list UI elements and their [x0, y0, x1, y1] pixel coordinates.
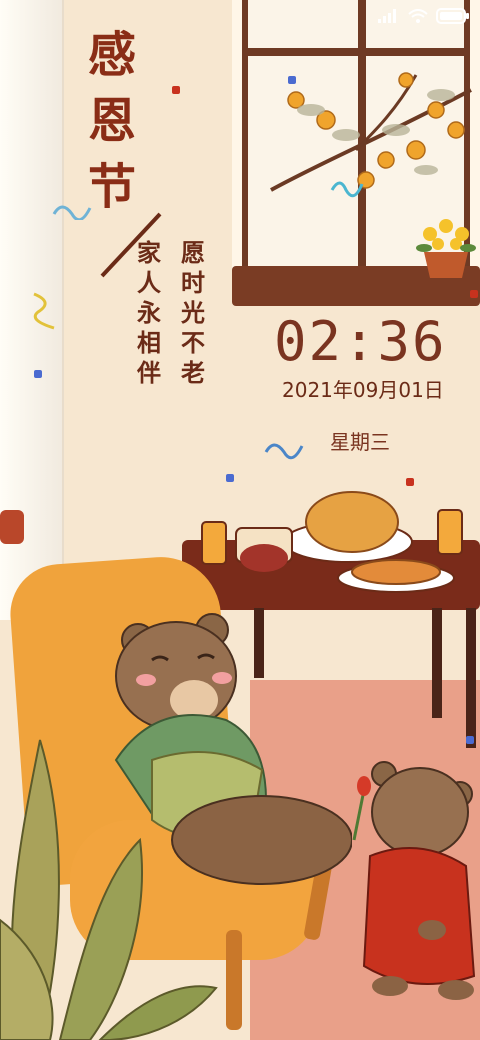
subtitle-char: 愿 [181, 239, 205, 267]
subtitle-char: 人 [137, 269, 161, 297]
lockscreen-wallpaper: 感 恩 节 家 人 永 相 伴 愿 时 光 不 老 02:36 2021年09月… [0, 0, 480, 1040]
subtitle-char: 光 [181, 299, 205, 327]
plant-leaves [0, 739, 218, 1040]
thanksgiving-feast [201, 491, 463, 593]
bear-child [352, 761, 476, 1000]
subtitle-char: 家 [137, 239, 161, 267]
lockscreen-date: 2021年09月01日 [282, 378, 444, 402]
title-char: 恩 [87, 93, 138, 149]
status-bar [378, 8, 470, 24]
subtitle-char: 时 [181, 269, 205, 297]
subtitle-char: 不 [181, 329, 205, 357]
subtitle-char: 老 [181, 359, 205, 387]
signal-icon [378, 9, 396, 23]
confetti [470, 290, 478, 298]
confetti [34, 370, 42, 378]
curtain-tie [0, 510, 24, 544]
subtitle-char: 永 [137, 299, 161, 327]
confetti [172, 86, 180, 94]
wifi-icon [408, 9, 428, 23]
poster-subtitle-line1: 家 人 永 相 伴 [134, 238, 164, 388]
lockscreen-weekday: 星期三 [330, 430, 390, 454]
flower-pot [416, 219, 476, 278]
confetti [226, 474, 234, 482]
persimmon-branch [270, 72, 472, 192]
streamer [33, 292, 55, 330]
confetti [466, 736, 474, 744]
table-leg [466, 608, 476, 748]
streamer [330, 181, 364, 198]
streamer [52, 205, 92, 220]
poster-title: 感 恩 节 [78, 22, 148, 220]
table-leg [432, 608, 442, 718]
lockscreen-time[interactable]: 02:36 [274, 310, 474, 373]
chair-leg [226, 930, 242, 1030]
confetti [406, 478, 414, 486]
battery-icon [436, 8, 469, 24]
subtitle-char: 相 [137, 329, 161, 357]
title-char: 感 [87, 27, 138, 83]
streamer [264, 443, 304, 460]
poster-subtitle-line2: 愿 时 光 不 老 [178, 238, 208, 388]
confetti [288, 76, 296, 84]
subtitle-char: 伴 [137, 359, 161, 387]
